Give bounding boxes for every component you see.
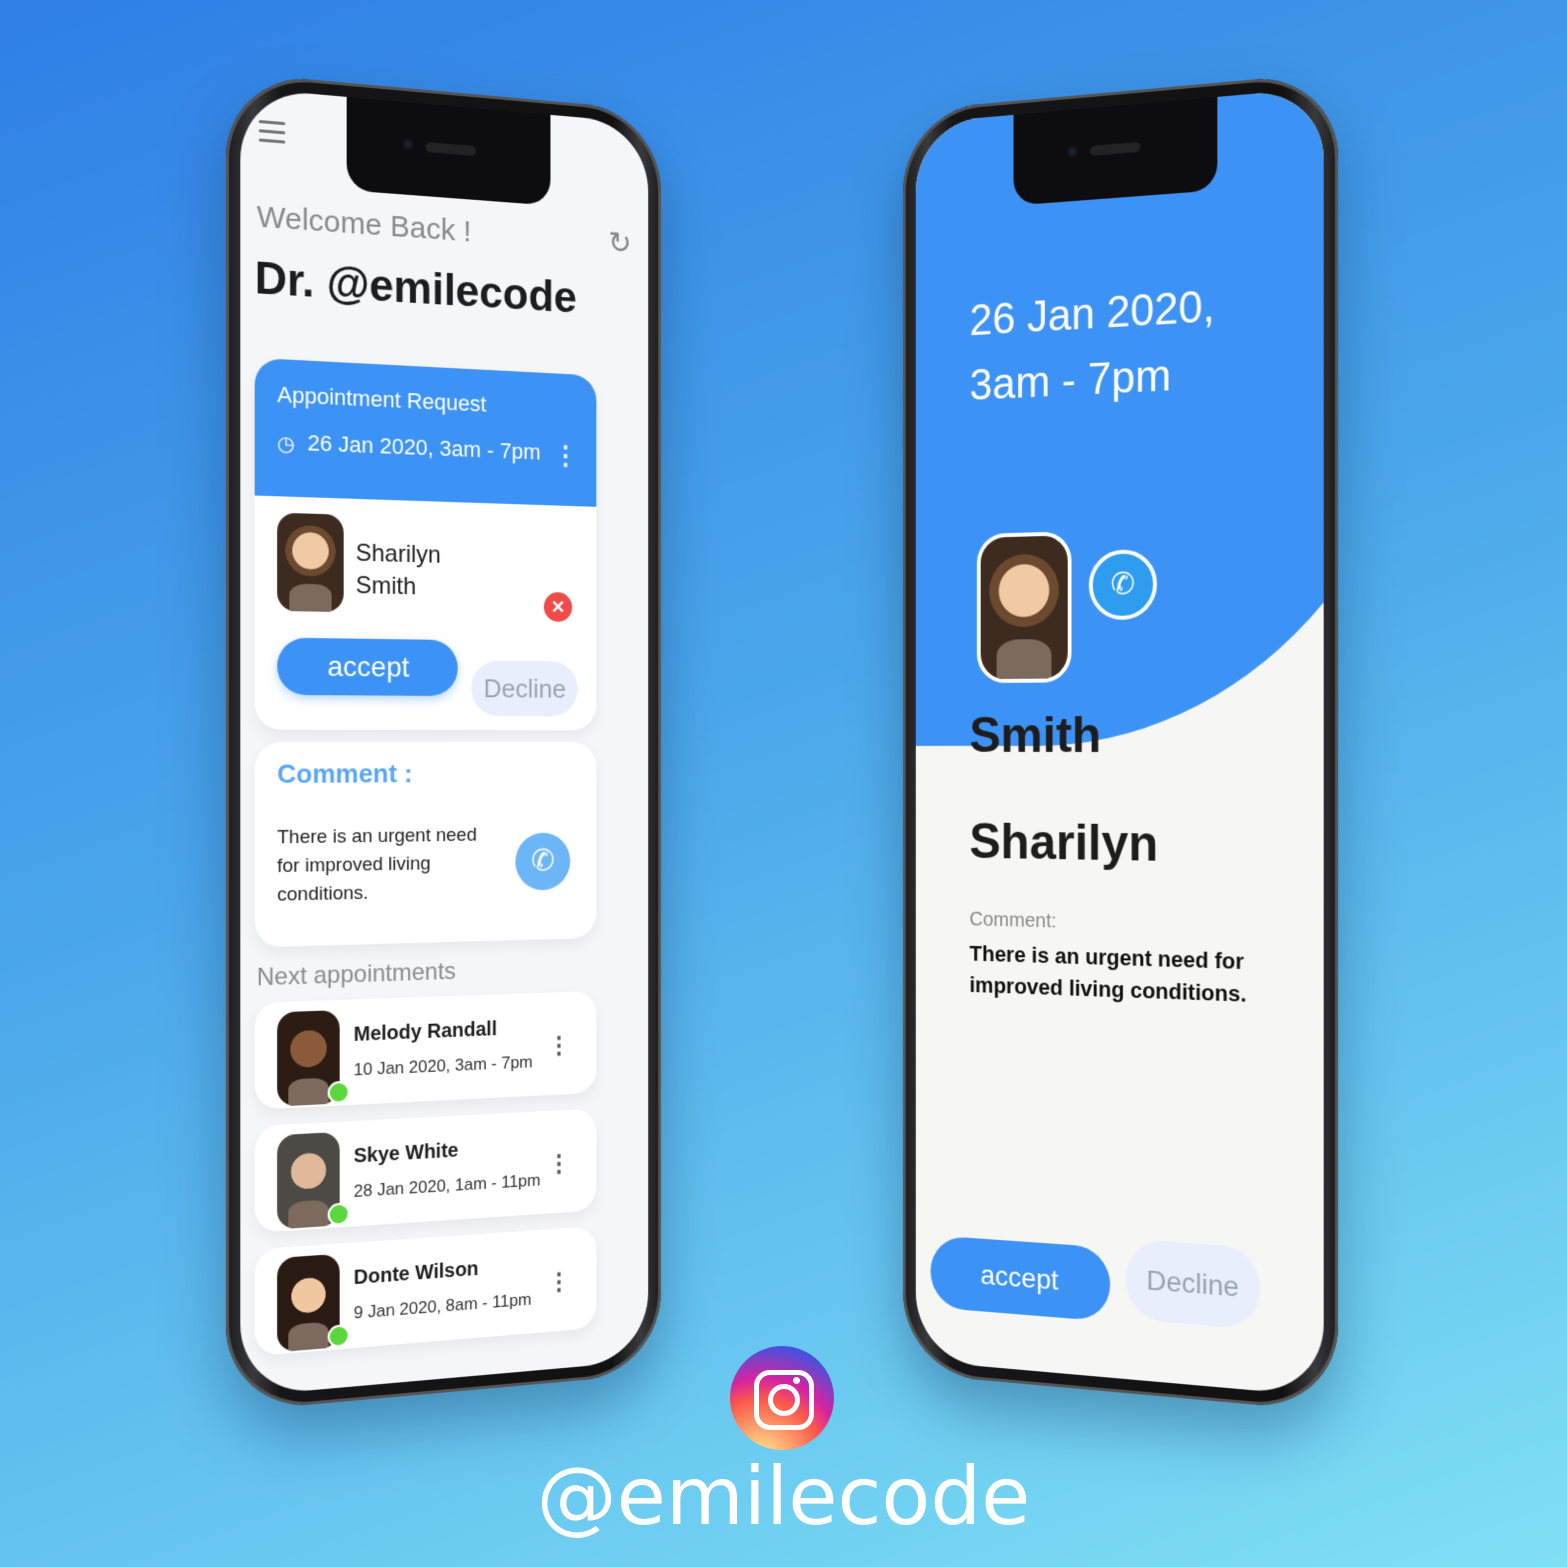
appointment-time: 10 Jan 2020, 3am - 7pm <box>353 1052 533 1080</box>
menu-icon[interactable] <box>258 119 286 150</box>
appointment-date: 26 Jan 2020, 3am - 7pm <box>969 271 1250 418</box>
more-vertical-icon[interactable]: ⋮ <box>548 1149 571 1179</box>
close-icon[interactable]: ✕ <box>543 591 573 623</box>
accept-button[interactable]: accept <box>277 637 458 697</box>
refresh-icon[interactable]: ↻ <box>608 226 631 262</box>
patient-name: Sharilyn Smith <box>356 537 474 604</box>
comment-text: There is an urgent need for improved liv… <box>277 824 477 906</box>
patient-first-name: Sharilyn <box>355 539 441 569</box>
patient-last-name: Smith <box>969 707 1102 763</box>
more-vertical-icon[interactable]: ⋮ <box>553 440 577 471</box>
phone-icon[interactable]: ✆ <box>515 832 571 891</box>
instagram-icon <box>730 1346 834 1450</box>
phone-mockup-right: 26 Jan 2020, 3am - 7pm ✆ Smith Sharilyn … <box>903 71 1339 1413</box>
patient-last-name: Smith <box>355 571 417 601</box>
brand-handle: @emilecode <box>536 1450 1031 1543</box>
doctor-name: Dr. @emilecode <box>254 253 577 323</box>
more-vertical-icon[interactable]: ⋮ <box>548 1267 571 1297</box>
accept-button[interactable]: accept <box>930 1235 1111 1322</box>
decline-button[interactable]: Decline <box>471 660 578 717</box>
more-vertical-icon[interactable]: ⋮ <box>548 1031 571 1061</box>
request-header: Appointment Request ◷ 26 Jan 2020, 3am -… <box>254 357 597 507</box>
appointment-item[interactable]: Donte Wilson 9 Jan 2020, 8am - 11pm ⋮ <box>254 1225 597 1357</box>
appointment-name: Skye White <box>353 1139 459 1168</box>
patient-first-name: Sharilyn <box>969 813 1159 872</box>
patient-avatar <box>976 531 1072 684</box>
appointment-item[interactable]: Melody Randall 10 Jan 2020, 3am - 7pm ⋮ <box>254 990 597 1110</box>
home-screen: ↻ Welcome Back ! Dr. @emilecode Appointm… <box>240 87 649 1397</box>
comment-label: Comment : <box>277 758 413 790</box>
patient-avatar <box>277 512 344 613</box>
appointment-name: Donte Wilson <box>353 1257 479 1290</box>
phone-notch <box>346 96 551 206</box>
next-appointments-title: Next appointments <box>256 957 456 992</box>
request-title: Appointment Request <box>277 381 487 417</box>
appointment-time: 28 Jan 2020, 1am - 11pm <box>353 1170 541 1202</box>
comment-text: There is an urgent need for improved liv… <box>969 940 1247 1007</box>
detail-screen: 26 Jan 2020, 3am - 7pm ✆ Smith Sharilyn … <box>915 87 1324 1397</box>
welcome-text: Welcome Back ! <box>256 199 472 249</box>
comment-label: Comment: <box>969 908 1057 933</box>
online-status-icon <box>327 1202 350 1227</box>
appointment-name: Melody Randall <box>353 1018 497 1047</box>
appointment-item[interactable]: Skye White 28 Jan 2020, 1am - 11pm ⋮ <box>254 1108 597 1233</box>
comment-card: Comment : There is an urgent need for im… <box>254 742 597 948</box>
decline-button[interactable]: Decline <box>1125 1238 1261 1330</box>
phone-mockup-left: ↻ Welcome Back ! Dr. @emilecode Appointm… <box>225 71 661 1413</box>
appointment-request-card: Appointment Request ◷ 26 Jan 2020, 3am -… <box>254 357 597 731</box>
appointment-time: 9 Jan 2020, 8am - 11pm <box>353 1289 532 1323</box>
online-status-icon <box>327 1323 350 1349</box>
request-datetime: 26 Jan 2020, 3am - 7pm <box>307 429 541 465</box>
online-status-icon <box>327 1080 350 1105</box>
phone-notch <box>1013 96 1218 206</box>
clock-icon: ◷ <box>277 432 295 456</box>
